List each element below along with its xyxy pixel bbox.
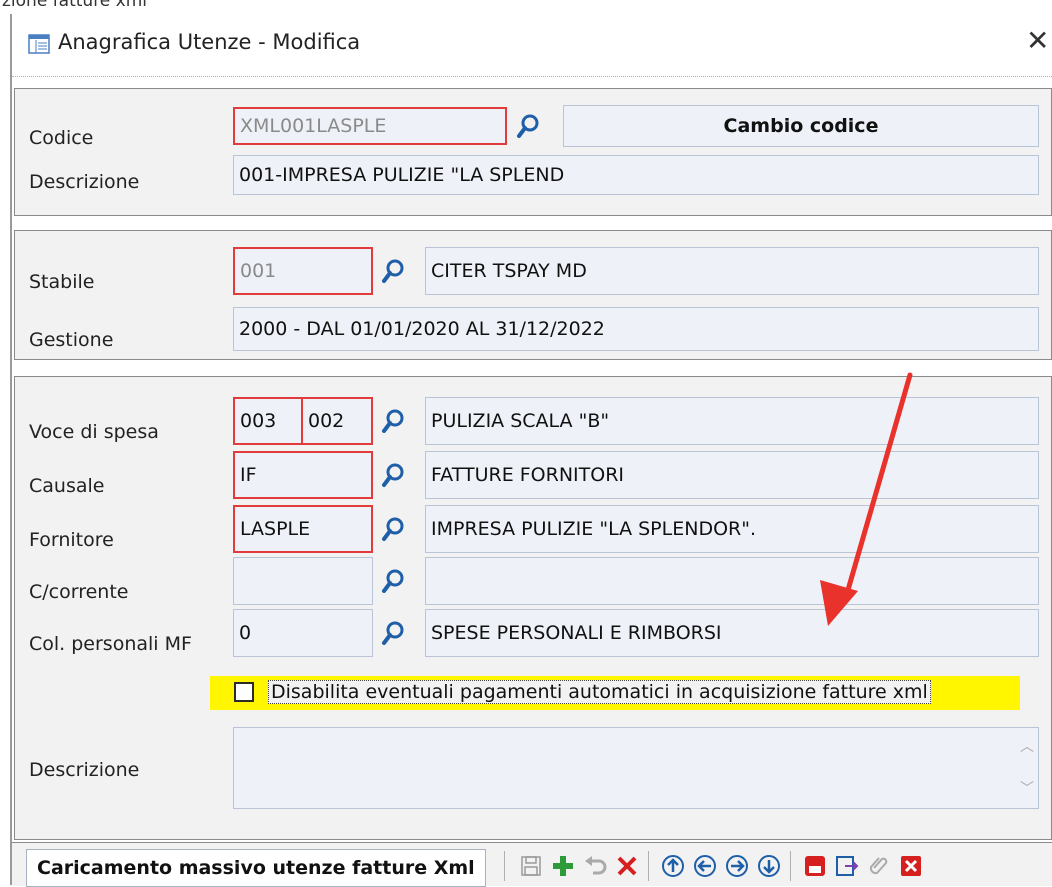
voce-code2-input[interactable]: 002 (301, 397, 373, 445)
descrizione-note-label: Descrizione (29, 759, 140, 781)
gestione-label: Gestione (29, 329, 114, 351)
fornitore-label: Fornitore (29, 529, 114, 551)
stabile-description-field: CITER TSPAY MD (425, 247, 1039, 295)
scroll-up-icon[interactable]: ︿ (1020, 736, 1034, 756)
causale-lookup-search-icon[interactable] (377, 457, 409, 493)
gestione-field[interactable]: 2000 - DAL 01/01/2020 AL 31/12/2022 (233, 307, 1039, 351)
title-divider (12, 76, 1052, 77)
stabile-lookup-search-icon[interactable] (377, 253, 409, 289)
causale-label: Causale (29, 475, 105, 497)
youtube-icon[interactable] (800, 851, 830, 881)
cambio-codice-button[interactable]: Cambio codice (563, 105, 1039, 147)
ccorrente-lookup-search-icon[interactable] (377, 563, 409, 599)
causale-description-field: FATTURE FORNITORI (425, 451, 1039, 499)
export-icon[interactable] (832, 851, 862, 881)
toolbar-separator (648, 851, 649, 881)
col-personali-lookup-search-icon[interactable] (377, 615, 409, 651)
arrow-right-icon[interactable] (722, 851, 752, 881)
fornitore-code-input[interactable]: LASPLE (233, 505, 373, 553)
toolbar-separator (790, 851, 791, 881)
title-bar: Anagrafica Utenze - Modifica ✕ (12, 14, 1052, 76)
save-icon[interactable] (516, 851, 546, 881)
descrizione-input[interactable]: 001-IMPRESA PULIZIE "LA SPLEND (233, 155, 1039, 195)
ccorrente-label: C/corrente (29, 581, 129, 603)
fornitore-description-field: IMPRESA PULIZIE "LA SPLENDOR". (425, 505, 1039, 553)
descrizione-label: Descrizione (29, 171, 140, 193)
arrow-left-icon[interactable] (690, 851, 720, 881)
col-personali-code-input[interactable]: 0 (233, 609, 373, 657)
codice-lookup-search-icon[interactable] (512, 108, 544, 144)
disable-payments-checkbox-row[interactable]: Disabilita eventuali pagamenti automatic… (210, 676, 1020, 710)
close-window-button[interactable]: ✕ (1026, 26, 1049, 56)
delete-icon[interactable] (612, 851, 642, 881)
voce-di-spesa-label: Voce di spesa (29, 421, 159, 443)
close-icon[interactable] (896, 851, 926, 881)
voce-lookup-search-icon[interactable] (377, 403, 409, 439)
disable-payments-checkbox-label[interactable]: Disabilita eventuali pagamenti automatic… (268, 680, 931, 704)
voce-spesa-panel: Voce di spesa 003 002 PULIZIA SCALA "B" … (14, 376, 1052, 840)
dialog-window: Anagrafica Utenze - Modifica ✕ Codice XM… (10, 14, 1052, 887)
arrow-up-icon[interactable] (658, 851, 688, 881)
window-title: Anagrafica Utenze - Modifica (58, 30, 361, 54)
arrow-down-icon[interactable] (754, 851, 784, 881)
voce-code1-input[interactable]: 003 (233, 397, 303, 445)
voce-description-field: PULIZIA SCALA "B" (425, 397, 1039, 445)
attach-icon[interactable] (864, 851, 894, 881)
fornitore-lookup-search-icon[interactable] (377, 511, 409, 547)
disable-payments-checkbox[interactable] (234, 682, 254, 702)
background-text: zione fatture xml (2, 0, 148, 11)
codice-panel: Codice XML001LASPLE Cambio codice Descri… (14, 88, 1052, 216)
stabile-code-input[interactable]: 001 (233, 247, 373, 295)
undo-icon[interactable] (580, 851, 610, 881)
codice-label: Codice (29, 127, 94, 149)
bulk-load-xml-button[interactable]: Caricamento massivo utenze fatture Xml (26, 849, 486, 887)
toolbar-separator (504, 851, 505, 881)
stabile-label: Stabile (29, 271, 95, 293)
add-icon[interactable] (548, 851, 578, 881)
bottom-toolbar: Caricamento massivo utenze fatture Xml (12, 842, 1052, 887)
codice-input[interactable]: XML001LASPLE (233, 107, 507, 145)
form-window-icon (28, 34, 50, 54)
ccorrente-description-field (425, 557, 1039, 605)
col-personali-description-field: SPESE PERSONALI E RIMBORSI (425, 609, 1039, 657)
causale-code-input[interactable]: IF (233, 451, 373, 499)
col-personali-label: Col. personali MF (29, 633, 192, 655)
descrizione-textarea[interactable]: ︿ ﹀ (233, 727, 1039, 809)
scroll-down-icon[interactable]: ﹀ (1020, 778, 1034, 798)
stabile-panel: Stabile 001 CITER TSPAY MD Gestione 2000… (14, 230, 1052, 360)
ccorrente-code-input[interactable] (233, 557, 373, 605)
